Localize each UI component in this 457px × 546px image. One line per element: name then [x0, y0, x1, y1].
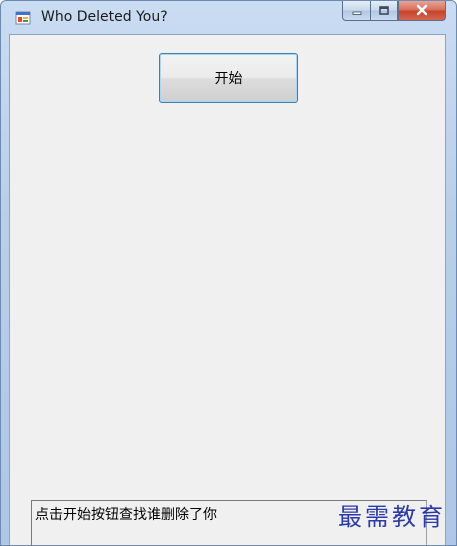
title-bar[interactable]: Who Deleted You? — [1, 1, 456, 33]
maximize-button[interactable] — [370, 1, 398, 21]
start-button[interactable]: 开始 — [159, 53, 298, 103]
close-icon — [415, 1, 429, 20]
window-title: Who Deleted You? — [41, 9, 168, 25]
maximize-icon — [378, 1, 390, 20]
caption-buttons — [342, 1, 446, 22]
minimize-icon — [351, 1, 363, 20]
app-window: Who Deleted You? 开始 点击开始按钮查找谁删除了你 最需教育 — [0, 0, 457, 546]
close-button[interactable] — [398, 1, 446, 21]
status-text: 点击开始按钮查找谁删除了你 — [35, 507, 217, 523]
minimize-button[interactable] — [342, 1, 370, 21]
client-area: 开始 点击开始按钮查找谁删除了你 — [9, 34, 446, 545]
watermark-text: 最需教育 — [338, 503, 446, 531]
app-window-icon[interactable] — [15, 10, 31, 26]
